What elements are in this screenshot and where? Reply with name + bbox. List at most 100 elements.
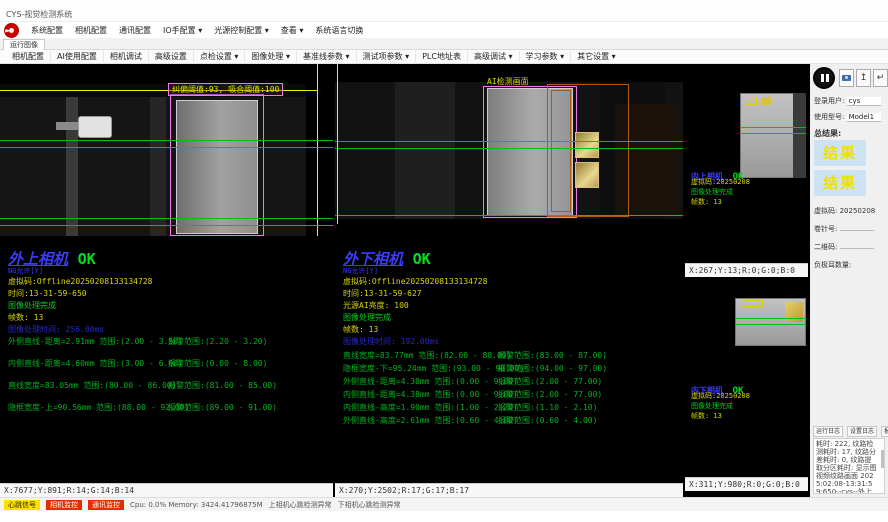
virtual-code-field: 虚拟码: 20250208 bbox=[814, 206, 875, 216]
roi-rect-orange-inner bbox=[551, 90, 571, 212]
tool-baseline-params[interactable]: 基准线参数 ▾ bbox=[297, 51, 357, 62]
done-line: 图像处理完成 bbox=[691, 187, 733, 197]
menu-camera-config[interactable]: 相机配置 bbox=[75, 25, 107, 36]
measurement-row: 外侧直线-高度=2.61mm 范围:(0.60 - 4.00) bbox=[343, 415, 518, 426]
menu-light-config[interactable]: 光源控制配置 ▾ bbox=[214, 25, 269, 36]
camera-view-inner-lower[interactable]: 内下相机 OK 虚拟码:20250208 图像处理完成 帧数: 13 X:311… bbox=[685, 278, 808, 491]
machine-structure bbox=[150, 84, 166, 236]
camera-canvas-outer-lower[interactable]: AI检测画面 外下相机 OK NG允许[Y] 虚拟码:Offline202502… bbox=[335, 64, 683, 483]
model-value[interactable]: Model1 bbox=[847, 113, 881, 122]
snapshot-button[interactable] bbox=[839, 69, 854, 87]
tool-test-params[interactable]: 测试项参数 ▾ bbox=[357, 51, 417, 62]
log-tab-alarm[interactable]: 报警日志 bbox=[881, 426, 888, 437]
login-user-value[interactable]: cys bbox=[847, 97, 881, 106]
neg-tab-count-field: 负极耳数量: bbox=[814, 260, 851, 270]
control-panel: ↥ ↵ 登录用户: cys 使用型号: Model1 总结果: 结果 结果 虚拟… bbox=[810, 64, 888, 497]
gold-contact bbox=[575, 132, 599, 158]
tab-bar: 运行图像 bbox=[0, 38, 888, 50]
main-area: 纠偏阈值:93, 吸合阈值:100 外上相机 OK NG允许[Y] 虚拟码:Of… bbox=[0, 64, 888, 497]
gripper-connector bbox=[78, 116, 112, 138]
result-box-2: 结果 bbox=[814, 170, 866, 196]
pixel-readout-left: X:7677;Y:891;R:14;G:14;B:14 bbox=[0, 483, 333, 497]
tool-ai-usage[interactable]: AI使用配置 bbox=[51, 51, 104, 62]
menu-io-config[interactable]: IO手配置 ▾ bbox=[163, 25, 202, 36]
cpu-memory-text: Cpu: 0.0% Memory: 3424.41796875M bbox=[130, 501, 263, 509]
done-line: 图像处理完成 bbox=[8, 300, 56, 311]
heartbeat-badge: 心跳信号 bbox=[4, 500, 40, 510]
log-output[interactable]: 耗时: 222, 纹路检测耗时: 17, 纹路分差耗时: 0, 纹路提取分区耗时… bbox=[813, 438, 885, 494]
camera-monitor-badge: 相机监控 bbox=[46, 500, 82, 510]
tool-advanced-debug[interactable]: 高级调试 ▾ bbox=[468, 51, 520, 62]
return-button[interactable]: ↵ bbox=[873, 69, 888, 87]
menubar: 系统配置 相机配置 通讯配置 IO手配置 ▾ 光源控制配置 ▾ 查看 ▾ 系统语… bbox=[0, 22, 888, 38]
frame-count-line: 帧数: 13 bbox=[691, 197, 722, 207]
machine-structure bbox=[793, 93, 806, 178]
alarm-range: 报警范围:(2.00 - 77.00) bbox=[498, 376, 602, 387]
camera-view-inner-upper[interactable]: 内上相机 OK 虚拟码:20250208 图像处理完成 帧数: 13 X:267… bbox=[685, 64, 808, 277]
frame-count-line: 帧数: 13 bbox=[691, 411, 722, 421]
menu-view[interactable]: 查看 ▾ bbox=[281, 25, 304, 36]
log-tab-run[interactable]: 运行日志 bbox=[813, 426, 843, 437]
panel-button-row: ↥ ↵ bbox=[813, 67, 885, 91]
camera-canvas-outer-upper[interactable]: 纠偏阈值:93, 吸合阈值:100 外上相机 OK NG允许[Y] 虚拟码:Of… bbox=[0, 64, 333, 483]
camera-canvas-inner-upper[interactable]: 内上相机 OK 虚拟码:20250208 图像处理完成 帧数: 13 bbox=[685, 64, 808, 263]
model-label: 使用型号: bbox=[814, 113, 844, 121]
serial-line: 虚拟码:20250208 bbox=[691, 391, 750, 401]
qr-code-value[interactable] bbox=[840, 248, 874, 249]
window-title: CYS-视觉检测系统 bbox=[6, 9, 72, 20]
tool-other-settings[interactable]: 其它设置 ▾ bbox=[571, 51, 622, 62]
time-line: 时间:13-31-59-627 bbox=[343, 288, 422, 299]
titlebar: CYS-视觉检测系统 bbox=[0, 0, 888, 22]
log-tab-settings[interactable]: 设置日志 bbox=[847, 426, 877, 437]
app-window: CYS-视觉检测系统 系统配置 相机配置 通讯配置 IO手配置 ▾ 光源控制配置… bbox=[0, 0, 888, 522]
arrow-up-button[interactable]: ↥ bbox=[856, 69, 871, 87]
tool-camera-debug[interactable]: 相机调试 bbox=[104, 51, 149, 62]
ng-allow-label: NG允许[Y] bbox=[8, 266, 43, 276]
frame-count-line: 帧数: 13 bbox=[343, 324, 378, 335]
tool-spot-check[interactable]: 点检设置 ▾ bbox=[194, 51, 246, 62]
measure-line-green bbox=[335, 215, 683, 216]
camera-canvas-inner-lower[interactable]: 内下相机 OK 虚拟码:20250208 图像处理完成 帧数: 13 bbox=[685, 278, 808, 477]
result-box-2-text: 结果 bbox=[823, 174, 857, 192]
tool-advanced-settings[interactable]: 高级设置 bbox=[149, 51, 194, 62]
measurement-row: 隐框宽度-上=90.56mm 范围:(88.00 - 92.00) bbox=[8, 402, 189, 413]
pin-number-value[interactable] bbox=[840, 230, 874, 231]
camera-view-outer-upper[interactable]: 纠偏阈值:93, 吸合阈值:100 外上相机 OK NG允许[Y] 虚拟码:Of… bbox=[0, 64, 333, 497]
app-logo-icon bbox=[4, 23, 19, 38]
alarm-range: 报警范围:(94.00 - 97.00) bbox=[498, 363, 607, 374]
measure-line-green bbox=[0, 218, 333, 219]
arrow-up-icon: ↥ bbox=[860, 73, 868, 83]
mark-yellow bbox=[745, 97, 757, 105]
measurement-row: 内侧直线-距离=4.38mm 范围:(0.00 - 9.00) bbox=[343, 389, 518, 400]
done-line: 图像处理完成 bbox=[691, 401, 733, 411]
upper-cam-heartbeat-warning: 上相机心跳检测异常 bbox=[269, 500, 332, 510]
measure-line-green bbox=[735, 324, 806, 325]
pause-button[interactable] bbox=[813, 67, 835, 89]
serial-line: 虚拟码:20250208 bbox=[691, 177, 750, 187]
tool-plc-address[interactable]: PLC地址表 bbox=[416, 51, 468, 62]
time-line: 时间:13-31-59-650 bbox=[8, 288, 87, 299]
alarm-range: 报警范围:(0.60 - 4.00) bbox=[498, 415, 597, 426]
pixel-readout-bottom-right: X:311;Y:980;R:0;G:0;B:0 bbox=[685, 477, 808, 491]
measurement-row: 内侧直线-高度=1.90mm 范围:(1.00 - 2.20) bbox=[343, 402, 518, 413]
alarm-range: 报警范围:(1.10 - 2.10) bbox=[498, 402, 597, 413]
pixel-readout-top-right: X:267;Y:13;R:0;G:0;B:0 bbox=[685, 263, 808, 277]
login-user-label: 登录用户: bbox=[814, 97, 844, 105]
mark-yellow bbox=[743, 300, 763, 307]
menu-system-config[interactable]: 系统配置 bbox=[31, 25, 63, 36]
log-scrollbar[interactable] bbox=[881, 450, 884, 468]
menu-comm-config[interactable]: 通讯配置 bbox=[119, 25, 151, 36]
proc-time-line: 图像处理时间: 192.00ms bbox=[343, 336, 439, 347]
tool-learning-params[interactable]: 学习参数 ▾ bbox=[520, 51, 572, 62]
tab-run-image[interactable]: 运行图像 bbox=[3, 39, 45, 50]
tool-image-processing[interactable]: 图像处理 ▾ bbox=[245, 51, 297, 62]
model-field: 使用型号: Model1 bbox=[814, 112, 881, 122]
virtual-code-label: 虚拟码: bbox=[814, 207, 837, 215]
menu-language-switch[interactable]: 系统语言切换 bbox=[315, 25, 363, 36]
measurement-row: 直线宽度=83.77mm 范围:(82.00 - 88.00) bbox=[343, 350, 511, 361]
alarm-range: 报警范围:(2.20 - 3.20) bbox=[168, 336, 267, 347]
tool-camera-config[interactable]: 相机配置 bbox=[6, 51, 51, 62]
camera-view-outer-lower[interactable]: AI检测画面 外下相机 OK NG允许[Y] 虚拟码:Offline202502… bbox=[335, 64, 683, 497]
result-box-1-text: 结果 bbox=[823, 144, 857, 162]
measure-line-green bbox=[335, 148, 683, 149]
